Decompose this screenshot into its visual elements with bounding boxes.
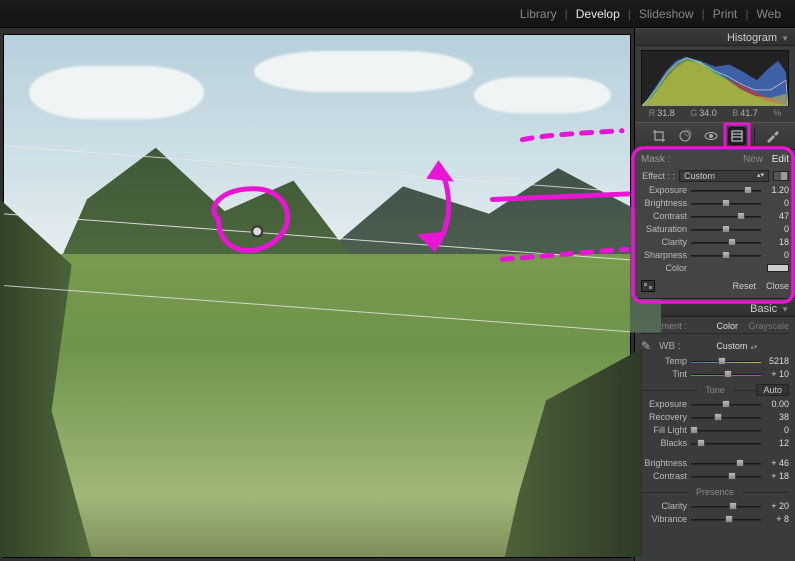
vibrance-slider[interactable] (691, 515, 761, 524)
close-button[interactable]: Close (766, 281, 789, 291)
basic-clarity-slider[interactable] (691, 502, 761, 511)
treatment-color-button[interactable]: Color (716, 321, 738, 331)
mask-label: Mask : (641, 154, 670, 165)
annotation-arrow-head-up (431, 165, 449, 179)
treatment-grayscale-button[interactable]: Grayscale (748, 321, 789, 331)
wb-dropdown[interactable]: Custom▴▾ (685, 341, 789, 351)
brightness-value: 0 (765, 198, 789, 208)
contrast-label: Contrast (641, 211, 687, 221)
gradient-overlay[interactable] (4, 35, 630, 557)
blacks-value: 12 (765, 438, 789, 448)
blacks-slider[interactable] (691, 439, 761, 448)
exposure-slider[interactable] (691, 186, 761, 195)
tint-slider[interactable] (691, 370, 761, 379)
basic-brightness-slider[interactable] (691, 459, 761, 468)
recovery-label: Recovery (641, 412, 687, 422)
temp-label: Temp (641, 356, 687, 366)
basic-contrast-label: Contrast (641, 471, 687, 481)
basic-brightness-value: + 46 (765, 458, 789, 468)
panel-switch-icon[interactable] (641, 280, 655, 292)
basic-brightness-label: Brightness (641, 458, 687, 468)
contrast-slider[interactable] (691, 212, 761, 221)
annotation-dash-bottom (502, 249, 627, 259)
color-swatch[interactable] (767, 264, 789, 272)
recovery-value: 38 (765, 412, 789, 422)
filllight-label: Fill Light (641, 425, 687, 435)
basic-contrast-slider[interactable] (691, 472, 761, 481)
saturation-label: Saturation (641, 224, 687, 234)
nav-web[interactable]: Web (749, 0, 789, 28)
reset-button[interactable]: Reset (732, 281, 756, 291)
basic-clarity-value: + 20 (765, 501, 789, 511)
wb-eyedropper-icon[interactable]: ✎ (641, 339, 655, 353)
right-panel: Histogram▼ R31.8 G34.0 B41.7 % (634, 28, 795, 561)
basic-clarity-label: Clarity (641, 501, 687, 511)
basic-panel: Treatment : Color Grayscale ✎ WB : Custo… (635, 317, 795, 530)
nav-library[interactable]: Library (512, 0, 565, 28)
brush-tool-icon[interactable] (763, 127, 781, 145)
temp-slider[interactable] (691, 357, 761, 366)
sharpness-label: Sharpness (641, 250, 687, 260)
histogram-header[interactable]: Histogram▼ (635, 28, 795, 46)
recovery-slider[interactable] (691, 413, 761, 422)
effect-label: Effect : (641, 171, 675, 181)
vibrance-label: Vibrance (641, 514, 687, 524)
graduated-filter-panel: Mask : New Edit Effect : Custom▴▾ Exposu… (635, 150, 795, 299)
annotation-circle (214, 189, 288, 251)
annotation-dash-top (522, 131, 622, 140)
nav-slideshow[interactable]: Slideshow (631, 0, 702, 28)
image-viewport[interactable] (0, 28, 634, 561)
filllight-value: 0 (765, 425, 789, 435)
contrast-value: 47 (765, 211, 789, 221)
vibrance-value: + 8 (765, 514, 789, 524)
nav-develop[interactable]: Develop (568, 0, 628, 28)
sharpness-value: 0 (765, 250, 789, 260)
mask-edit-button[interactable]: Edit (772, 154, 789, 165)
crop-tool-icon[interactable] (650, 127, 668, 145)
redeye-tool-icon[interactable] (702, 127, 720, 145)
mask-new-button[interactable]: New (743, 154, 763, 165)
spot-tool-icon[interactable] (676, 127, 694, 145)
blacks-label: Blacks (641, 438, 687, 448)
basic-exposure-value: 0.00 (765, 399, 789, 409)
effect-dropdown[interactable]: Custom▴▾ (679, 170, 769, 182)
color-label: Color (641, 263, 687, 273)
saturation-value: 0 (765, 224, 789, 234)
tone-section-label: Tone (705, 385, 725, 395)
exposure-label: Exposure (641, 185, 687, 195)
tool-strip (635, 122, 795, 150)
photo-canvas[interactable] (3, 34, 631, 558)
clarity-value: 18 (765, 237, 789, 247)
presence-section-label: Presence (696, 487, 734, 497)
basic-exposure-label: Exposure (641, 399, 687, 409)
module-picker-bar: Library| Develop| Slideshow| Print| Web (0, 0, 795, 28)
effect-toggle[interactable] (773, 171, 789, 181)
sharpness-slider[interactable] (691, 251, 761, 260)
basic-contrast-value: + 18 (765, 471, 789, 481)
exposure-value: 1.20 (765, 185, 789, 195)
brightness-slider[interactable] (691, 199, 761, 208)
histogram-rgb-readout: R31.8 G34.0 B41.7 % (641, 106, 789, 120)
basic-exposure-slider[interactable] (691, 400, 761, 409)
auto-tone-button[interactable]: Auto (756, 384, 789, 396)
nav-print[interactable]: Print (705, 0, 746, 28)
histogram-graph[interactable] (641, 50, 789, 106)
clarity-label: Clarity (641, 237, 687, 247)
tint-label: Tint (641, 369, 687, 379)
brightness-label: Brightness (641, 198, 687, 208)
tint-value: + 10 (765, 369, 789, 379)
wb-label: WB : (659, 341, 681, 352)
histogram-panel: R31.8 G34.0 B41.7 % (635, 46, 795, 122)
saturation-slider[interactable] (691, 225, 761, 234)
annotation-line-mid (492, 192, 630, 199)
filllight-slider[interactable] (691, 426, 761, 435)
clarity-slider[interactable] (691, 238, 761, 247)
temp-value: 5218 (765, 356, 789, 366)
filter-pin[interactable] (252, 226, 262, 236)
graduated-filter-tool-icon[interactable] (728, 127, 746, 145)
module-nav: Library| Develop| Slideshow| Print| Web (512, 0, 789, 28)
